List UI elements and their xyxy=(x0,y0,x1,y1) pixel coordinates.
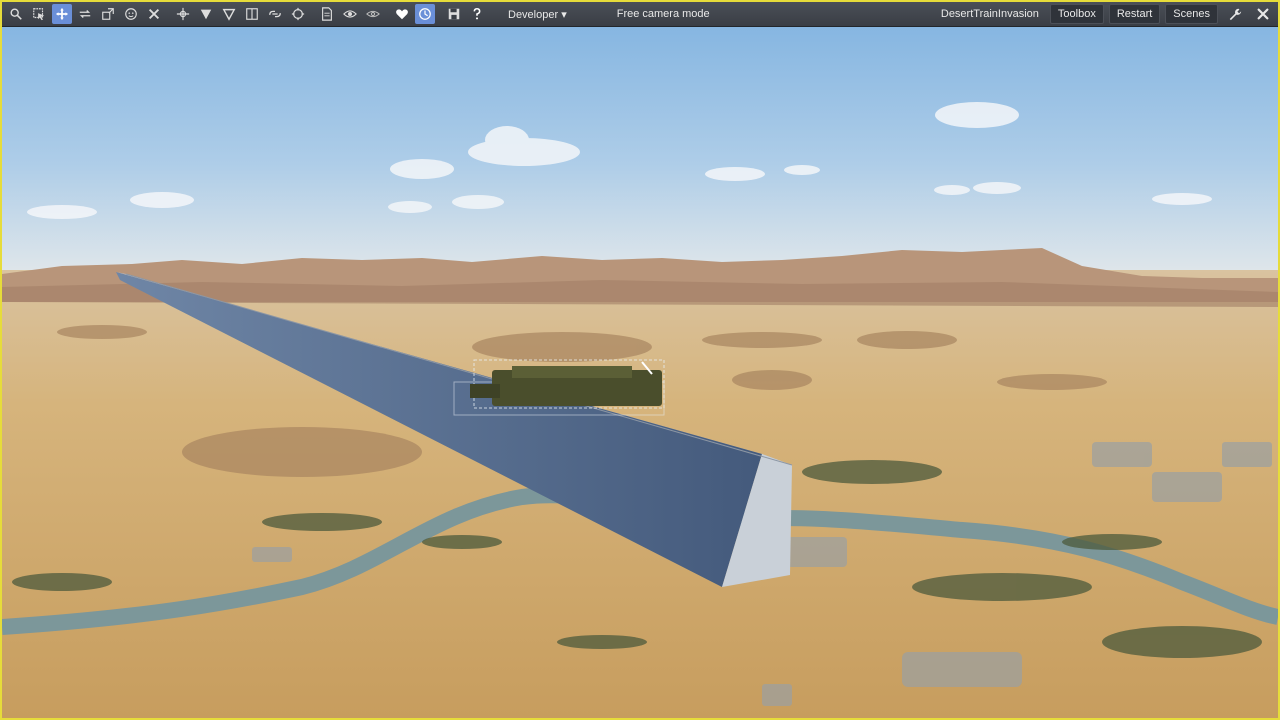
scale-icon[interactable] xyxy=(98,4,118,24)
restart-button[interactable]: Restart xyxy=(1108,4,1161,24)
rotate-icon[interactable] xyxy=(75,4,95,24)
sky xyxy=(2,2,1278,272)
eye-alt-icon[interactable] xyxy=(363,4,383,24)
search-icon[interactable] xyxy=(6,4,26,24)
scenes-button[interactable]: Scenes xyxy=(1165,4,1218,24)
toolbox-button[interactable]: Toolbox xyxy=(1049,4,1104,24)
help-icon[interactable] xyxy=(467,4,487,24)
face-icon[interactable] xyxy=(121,4,141,24)
scene-viewport[interactable] xyxy=(2,2,1278,718)
triangle-outline-icon[interactable] xyxy=(219,4,239,24)
editor-toolbar: Developer ▾ Free camera mode DesertTrain… xyxy=(2,2,1278,27)
heart-icon[interactable] xyxy=(392,4,412,24)
camera-mode-label: Free camera mode xyxy=(616,8,710,20)
clock-icon[interactable] xyxy=(414,4,435,24)
scene-name: DesertTrainInvasion xyxy=(940,8,1039,20)
link-icon[interactable] xyxy=(265,4,285,24)
move-icon[interactable] xyxy=(51,4,72,24)
eye-icon[interactable] xyxy=(340,4,360,24)
columns-icon[interactable] xyxy=(242,4,262,24)
crosshair-icon[interactable] xyxy=(288,4,308,24)
save-icon[interactable] xyxy=(444,4,464,24)
close-x-icon[interactable] xyxy=(144,4,164,24)
triangle-down-icon[interactable] xyxy=(196,4,216,24)
document-icon[interactable] xyxy=(317,4,337,24)
select-icon[interactable] xyxy=(29,4,49,24)
close-icon[interactable] xyxy=(1252,4,1274,24)
snap-icon[interactable] xyxy=(173,4,193,24)
editor-window: Developer ▾ Free camera mode DesertTrain… xyxy=(0,0,1280,720)
developer-dropdown[interactable]: Developer ▾ xyxy=(502,6,573,23)
wrench-icon[interactable] xyxy=(1224,4,1246,24)
